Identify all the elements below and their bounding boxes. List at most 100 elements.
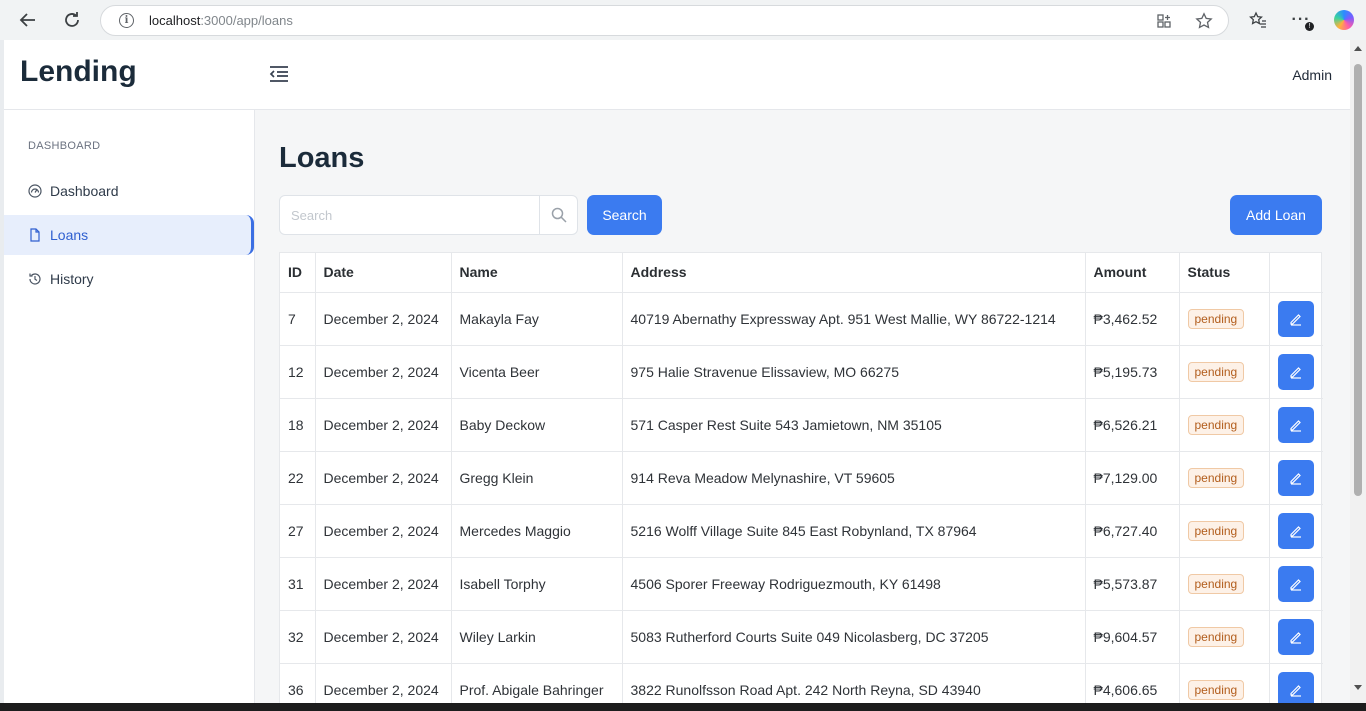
column-header-actions: [1269, 253, 1323, 293]
scrollbar-thumb[interactable]: [1354, 64, 1362, 496]
cell-name: Baby Deckow: [451, 398, 623, 452]
pencil-icon: [1289, 472, 1301, 485]
pencil-icon: [1289, 631, 1301, 644]
cell-actions: [1269, 663, 1323, 703]
column-header-date[interactable]: Date: [315, 253, 452, 293]
cell-date: December 2, 2024: [315, 504, 452, 558]
cell-name: Makayla Fay: [451, 292, 623, 346]
table-row: 12 December 2, 2024 Vicenta Beer 975 Halie …: [280, 345, 1323, 399]
copilot-icon[interactable]: [1331, 7, 1357, 33]
url-text[interactable]: localhost:3000/app/loans: [149, 13, 293, 28]
column-header-status[interactable]: Status: [1179, 253, 1270, 293]
edit-button[interactable]: [1277, 512, 1314, 549]
edit-button[interactable]: [1277, 565, 1314, 602]
cell-amount: ₱5,573.87: [1085, 557, 1180, 611]
favorites-icon[interactable]: [1245, 7, 1271, 33]
status-badge: pending: [1187, 308, 1245, 329]
star-icon[interactable]: [1194, 11, 1214, 31]
sidebar: DASHBOARD Dashboard Loans History: [4, 110, 255, 703]
cell-amount: ₱7,129.00: [1085, 451, 1180, 505]
column-header-amount[interactable]: Amount: [1085, 253, 1180, 293]
cell-actions: [1269, 398, 1323, 452]
status-badge: pending: [1187, 679, 1245, 700]
table-row: 27 December 2, 2024 Mercedes Maggio 5216 Wo…: [280, 504, 1323, 558]
cell-id: 7: [280, 292, 316, 346]
sidebar-item-loans[interactable]: Loans: [4, 215, 254, 255]
more-menu-icon[interactable]: ··· !: [1288, 7, 1314, 33]
app-header: Lending Admin: [4, 40, 1350, 110]
cell-address: 975 Halie Stravenue Elissaview, MO 66275: [622, 345, 1086, 399]
column-header-address[interactable]: Address: [622, 253, 1086, 293]
edit-button[interactable]: [1277, 459, 1314, 496]
sidebar-item-dashboard[interactable]: Dashboard: [4, 171, 254, 211]
scroll-down-arrow[interactable]: [1354, 685, 1362, 690]
page-scrollbar[interactable]: [1350, 40, 1366, 703]
gauge-icon: [28, 184, 42, 198]
column-header-name[interactable]: Name: [451, 253, 623, 293]
cell-name: Isabell Torphy: [451, 557, 623, 611]
status-badge: pending: [1187, 626, 1245, 647]
status-badge: pending: [1187, 414, 1245, 435]
status-badge: pending: [1187, 520, 1245, 541]
cell-id: 18: [280, 398, 316, 452]
pencil-icon: [1289, 313, 1301, 326]
cell-status: pending: [1179, 345, 1270, 399]
cell-name: Gregg Klein: [451, 451, 623, 505]
sidebar-toggle-button[interactable]: [268, 64, 292, 86]
cell-amount: ₱9,604.57: [1085, 610, 1180, 664]
cell-address: 571 Casper Rest Suite 543 Jamietown, NM …: [622, 398, 1086, 452]
cell-address: 3822 Runolfsson Road Apt. 242 North Reyn…: [622, 663, 1086, 703]
edit-button[interactable]: [1277, 671, 1314, 703]
cell-status: pending: [1179, 504, 1270, 558]
table-header-row: ID Date Name Address Amount Status: [280, 253, 1323, 293]
table-row: 7 December 2, 2024 Makayla Fay 40719 Aberna…: [280, 292, 1323, 346]
status-badge: pending: [1187, 467, 1245, 488]
edit-button[interactable]: [1277, 353, 1314, 390]
scroll-up-arrow[interactable]: [1354, 46, 1362, 51]
cell-address: 914 Reva Meadow Melynashire, VT 59605: [622, 451, 1086, 505]
cell-amount: ₱5,195.73: [1085, 345, 1180, 399]
sidebar-item-label: History: [50, 271, 94, 287]
notification-badge: !: [1305, 22, 1314, 31]
main-content: Loans Search Add Loan ID Date Name Addre…: [255, 110, 1350, 703]
pencil-icon: [1289, 684, 1301, 697]
arrow-left-icon: [19, 13, 35, 27]
cell-actions: [1269, 345, 1323, 399]
add-loan-button[interactable]: Add Loan: [1230, 195, 1322, 235]
edit-button[interactable]: [1277, 406, 1314, 443]
cell-name: Vicenta Beer: [451, 345, 623, 399]
search-button[interactable]: Search: [587, 195, 662, 235]
search-icon[interactable]: [551, 207, 567, 223]
search-input[interactable]: [280, 196, 540, 234]
cell-id: 31: [280, 557, 316, 611]
user-menu[interactable]: Admin: [1292, 67, 1332, 83]
apps-icon[interactable]: [1154, 11, 1174, 31]
table-row: 36 December 2, 2024 Prof. Abigale Bahringe…: [280, 663, 1323, 703]
sidebar-item-history[interactable]: History: [4, 259, 254, 299]
edit-button[interactable]: [1277, 618, 1314, 655]
cell-address: 5216 Wolff Village Suite 845 East Robynl…: [622, 504, 1086, 558]
address-bar[interactable]: i localhost:3000/app/loans: [100, 5, 1229, 36]
search-box: [279, 195, 578, 235]
sidebar-item-label: Loans: [50, 227, 89, 243]
cell-date: December 2, 2024: [315, 610, 452, 664]
menu-collapse-icon: [269, 66, 288, 82]
document-icon: [30, 228, 40, 242]
cell-id: 12: [280, 345, 316, 399]
cell-address: 5083 Rutherford Courts Suite 049 Nicolas…: [622, 610, 1086, 664]
cell-id: 36: [280, 663, 316, 703]
table-row: 31 December 2, 2024 Isabell Torphy 4506 Spo…: [280, 557, 1323, 611]
cell-status: pending: [1179, 557, 1270, 611]
cell-status: pending: [1179, 451, 1270, 505]
brand-logo[interactable]: Lending: [20, 55, 137, 89]
info-icon[interactable]: i: [119, 13, 134, 28]
history-icon: [29, 273, 41, 285]
reload-button[interactable]: [59, 7, 85, 33]
edit-button[interactable]: [1277, 300, 1314, 337]
cell-status: pending: [1179, 663, 1270, 703]
back-button[interactable]: [15, 7, 41, 33]
cell-id: 27: [280, 504, 316, 558]
column-header-id[interactable]: ID: [280, 253, 316, 293]
cell-name: Mercedes Maggio: [451, 504, 623, 558]
status-badge: pending: [1187, 361, 1245, 382]
